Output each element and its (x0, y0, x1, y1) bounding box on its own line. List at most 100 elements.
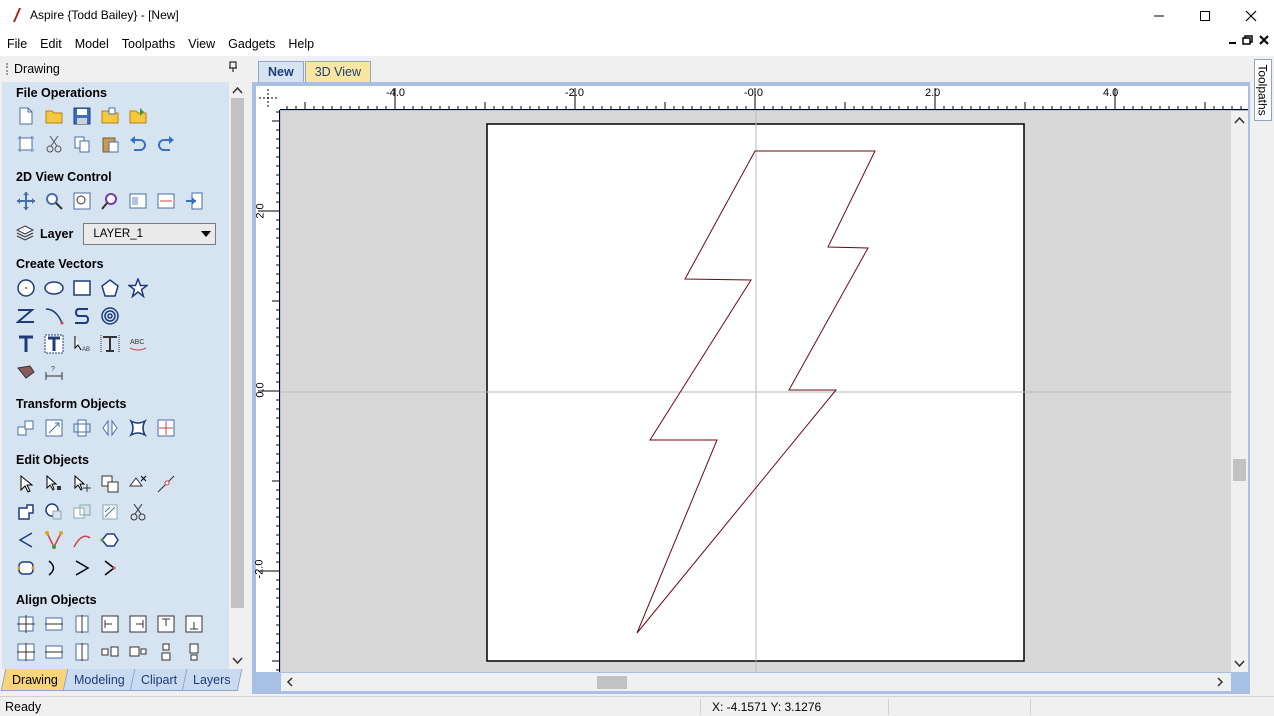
mdi-restore-icon[interactable] (1242, 34, 1254, 46)
menu-view[interactable]: View (181, 37, 221, 51)
scroll-left-icon[interactable] (283, 673, 297, 691)
scroll-up-icon[interactable] (1231, 114, 1248, 128)
zoom-extents-icon[interactable] (70, 189, 94, 213)
group-icon[interactable] (98, 472, 122, 496)
menu-toolpaths[interactable]: Toolpaths (115, 37, 182, 51)
curve-icon[interactable] (42, 304, 66, 328)
center-in-material-icon[interactable] (14, 640, 38, 664)
transform-select-icon[interactable] (70, 472, 94, 496)
star-icon[interactable] (126, 276, 150, 300)
mirror-icon[interactable] (98, 416, 122, 440)
node-edit-icon[interactable] (42, 472, 66, 496)
mdi-minimize-icon[interactable] (1228, 34, 1238, 46)
job-setup-icon[interactable] (14, 132, 38, 156)
select-icon[interactable] (14, 472, 38, 496)
rectangle-icon[interactable] (70, 276, 94, 300)
import-folder-icon[interactable] (126, 104, 150, 128)
layer-dropdown[interactable]: LAYER_1 (83, 223, 217, 245)
trim-icon[interactable] (126, 500, 150, 524)
extend-icon[interactable] (14, 528, 38, 552)
paste-icon[interactable] (98, 132, 122, 156)
intersect-icon[interactable] (70, 500, 94, 524)
pin-icon[interactable] (228, 61, 238, 76)
curve-right-icon[interactable] (42, 556, 66, 580)
align-top-icon[interactable] (154, 612, 178, 636)
pan-icon[interactable] (14, 189, 38, 213)
canvas-vertical-scrollbar[interactable] (1231, 111, 1248, 672)
fit-curves-icon[interactable] (14, 556, 38, 580)
redo-icon[interactable] (154, 132, 178, 156)
align-bottom-icon[interactable] (182, 612, 206, 636)
mdi-close-icon[interactable] (1258, 34, 1270, 46)
distribute-h-icon[interactable] (42, 640, 66, 664)
menu-help[interactable]: Help (281, 37, 320, 51)
space-v2-icon[interactable] (182, 640, 206, 664)
tab-clipart[interactable]: Clipart (129, 669, 189, 691)
close-button[interactable] (1228, 0, 1274, 31)
polyline-icon[interactable] (14, 304, 38, 328)
dimension-icon[interactable]: ? (42, 360, 66, 384)
text-arc-icon[interactable]: ABC (126, 332, 150, 356)
tab-modeling[interactable]: Modeling (62, 669, 136, 691)
smart-smooth-icon[interactable] (42, 528, 66, 552)
scroll-down-icon[interactable] (1231, 656, 1248, 670)
align-center-h-icon[interactable] (42, 612, 66, 636)
scroll-down-icon[interactable] (229, 653, 246, 667)
align-left-icon[interactable] (98, 612, 122, 636)
tab-layers[interactable]: Layers (181, 669, 242, 691)
menu-file[interactable]: File (0, 37, 33, 51)
minimize-button[interactable] (1136, 0, 1182, 31)
distort-icon[interactable] (126, 416, 150, 440)
align-center-both-icon[interactable] (14, 612, 38, 636)
view-toggle-icon[interactable] (154, 189, 178, 213)
panel-grip[interactable] (6, 63, 8, 75)
copy-icon[interactable] (70, 132, 94, 156)
text-frame-icon[interactable] (42, 332, 66, 356)
zoom-selection-icon[interactable] (98, 189, 122, 213)
view-left-icon[interactable] (126, 189, 150, 213)
cut-icon[interactable] (42, 132, 66, 156)
align-center-v-icon[interactable] (70, 612, 94, 636)
corner-icon[interactable] (98, 556, 122, 580)
scale-icon[interactable] (42, 416, 66, 440)
canvas-hscroll-thumb[interactable] (597, 676, 627, 689)
join-vectors-icon[interactable] (154, 472, 178, 496)
close-vector-icon[interactable] (98, 528, 122, 552)
move-icon[interactable] (14, 416, 38, 440)
new-file-icon[interactable] (14, 104, 38, 128)
menu-edit[interactable]: Edit (33, 37, 68, 51)
chevron-right-icon[interactable] (70, 556, 94, 580)
ellipse-icon[interactable] (42, 276, 66, 300)
open-folder-icon[interactable] (42, 104, 66, 128)
bitmap-trace-icon[interactable] (14, 360, 38, 384)
canvas-horizontal-scrollbar[interactable] (281, 673, 1231, 691)
drawing-canvas[interactable] (281, 111, 1231, 672)
spline-icon[interactable] (70, 304, 94, 328)
menu-gadgets[interactable]: Gadgets (221, 37, 281, 51)
doc-tab-3d-view[interactable]: 3D View (304, 61, 372, 82)
weld-icon[interactable] (14, 500, 38, 524)
text-icon[interactable] (14, 332, 38, 356)
rotate-icon[interactable] (70, 416, 94, 440)
ruler-corner[interactable] (256, 86, 280, 110)
toolpaths-side-tab[interactable]: Toolpaths (1254, 59, 1272, 121)
text-auto-layout-icon[interactable] (98, 332, 122, 356)
panel-scrollbar[interactable] (229, 82, 246, 669)
doc-tab-new[interactable]: New (258, 61, 304, 82)
undo-icon[interactable] (126, 132, 150, 156)
space-h2-icon[interactable] (126, 640, 150, 664)
distribute-v-icon[interactable] (70, 640, 94, 664)
fillet-icon[interactable] (98, 500, 122, 524)
align-right-icon[interactable] (126, 612, 150, 636)
text-on-curve-icon[interactable]: AB (70, 332, 94, 356)
maximize-button[interactable] (1182, 0, 1228, 31)
canvas-vscroll-thumb[interactable] (1233, 459, 1246, 481)
align-center-icon[interactable] (154, 416, 178, 440)
spiral-icon[interactable] (98, 304, 122, 328)
open-component-icon[interactable] (98, 104, 122, 128)
scroll-right-icon[interactable] (1213, 673, 1227, 691)
scroll-up-icon[interactable] (229, 84, 246, 98)
subtract-icon[interactable] (42, 500, 66, 524)
circle-icon[interactable] (14, 276, 38, 300)
view-export-icon[interactable] (182, 189, 206, 213)
